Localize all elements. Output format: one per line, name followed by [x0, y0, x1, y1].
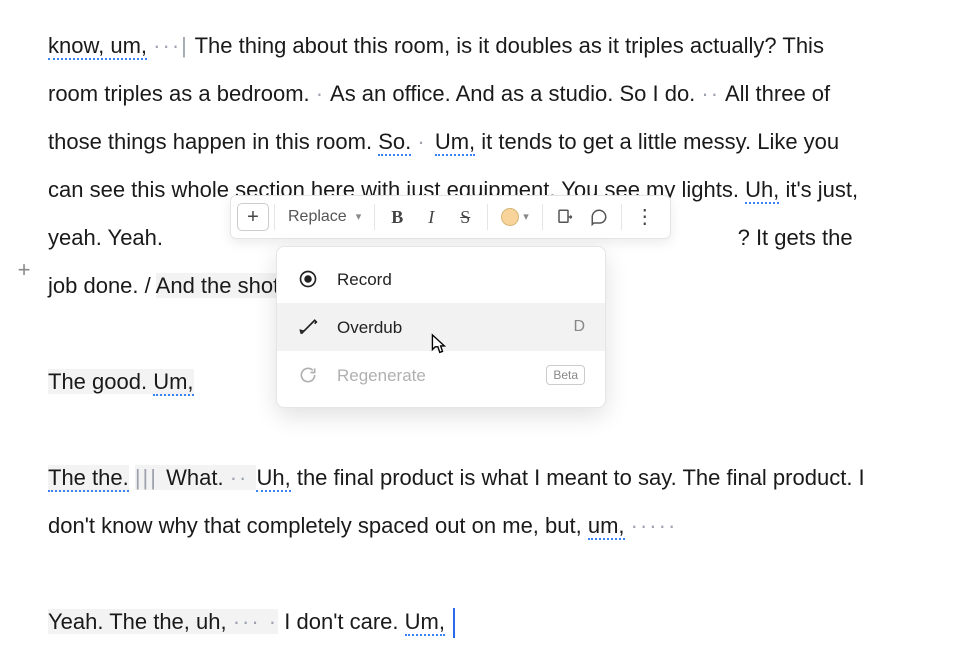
gap-marker: ····· [631, 513, 678, 538]
gap-marker: · [316, 81, 325, 106]
filler-word[interactable]: Um, [153, 369, 193, 396]
gap-marker: · [417, 129, 434, 154]
menu-label: Record [337, 271, 585, 288]
filler-word[interactable]: Um, [405, 609, 445, 636]
highlight-color-button[interactable]: ▾ [493, 201, 537, 233]
gap-marker: ···| [153, 33, 189, 58]
menu-label: Regenerate [337, 367, 528, 384]
selected-text[interactable]: And the shots [156, 273, 291, 298]
filler-word[interactable]: know, um, [48, 33, 147, 60]
filler-word[interactable]: Uh, [256, 465, 290, 492]
separator [374, 204, 375, 230]
selected-text[interactable]: Yeah. The the, uh, [48, 609, 233, 634]
menu-shortcut: D [573, 319, 585, 335]
transcript-text[interactable]: As an office. And as a studio. So I do. [330, 81, 701, 106]
text-caret [453, 608, 455, 638]
beta-badge: Beta [546, 365, 585, 385]
export-button[interactable] [548, 201, 582, 233]
chevron-down-icon: ▾ [356, 193, 362, 241]
more-button[interactable]: ⋮ [627, 201, 664, 233]
strikethrough-button[interactable]: S [448, 201, 482, 233]
filler-word[interactable]: Uh, [745, 177, 779, 204]
add-line-button[interactable]: + [12, 258, 36, 282]
page-arrow-icon [556, 208, 574, 226]
gap-marker: ··· · [233, 609, 278, 634]
filler-word[interactable]: So. [378, 129, 411, 156]
selection-toolbar: + Replace ▾ B I S ▾ ⋮ [230, 195, 671, 239]
overdub-icon [297, 317, 319, 337]
bold-button[interactable]: B [380, 201, 414, 233]
menu-regenerate: Regenerate Beta [277, 351, 605, 399]
selected-text[interactable]: The good. [48, 369, 153, 394]
menu-record[interactable]: Record [277, 255, 605, 303]
gap-marker: ||| [135, 465, 166, 490]
add-button[interactable]: + [237, 203, 269, 231]
filler-word[interactable]: um, [588, 513, 625, 540]
chevron-down-icon: ▾ [523, 193, 529, 241]
separator [542, 204, 543, 230]
replace-label: Replace [288, 193, 347, 241]
separator [274, 204, 275, 230]
separator [621, 204, 622, 230]
color-swatch [501, 208, 519, 226]
italic-button[interactable]: I [414, 201, 448, 233]
replace-menu: Record Overdub D Regenerate Beta [276, 246, 606, 408]
regenerate-icon [297, 365, 319, 385]
gap-marker: ·· [230, 465, 257, 490]
filler-word[interactable]: The the. [48, 465, 129, 492]
separator [487, 204, 488, 230]
menu-label: Overdub [337, 319, 555, 336]
menu-overdub[interactable]: Overdub D [277, 303, 605, 351]
filler-word[interactable]: Um, [435, 129, 475, 156]
comment-button[interactable] [582, 201, 616, 233]
transcript-text[interactable]: I don't care. [284, 609, 404, 634]
comment-icon [590, 208, 608, 226]
record-icon [297, 269, 319, 289]
selected-text[interactable]: What. [166, 465, 230, 490]
gap-marker: ·· [701, 81, 720, 106]
replace-dropdown[interactable]: Replace ▾ [280, 201, 369, 233]
